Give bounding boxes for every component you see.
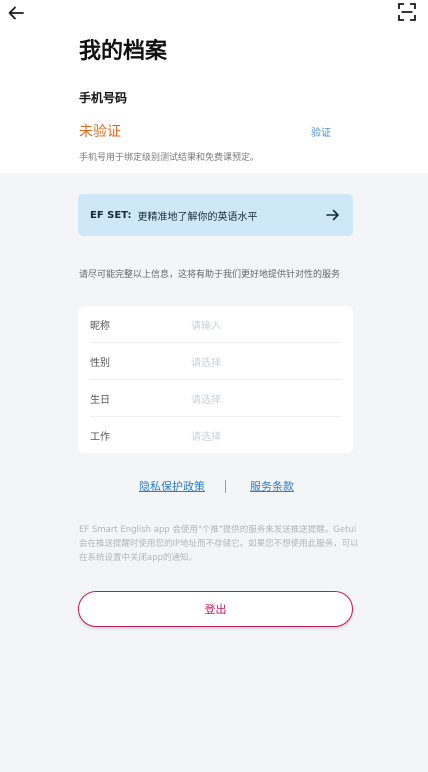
push-notice: EF Smart English app 会使用"个推"提供的服务来发送推送提醒…	[79, 525, 359, 563]
privacy-policy-link[interactable]: 隐私保护政策	[139, 478, 205, 494]
arrow-left-icon	[8, 6, 24, 20]
form-row-job[interactable]: 工作 请选择	[90, 417, 341, 454]
gender-label: 性别	[90, 357, 110, 369]
logout-button[interactable]: 登出	[78, 591, 353, 627]
nickname-input[interactable]: 请输入	[191, 317, 221, 332]
phone-hint: 手机号用于绑定级别测试结果和免费课预定。	[79, 153, 260, 163]
form-row-nickname[interactable]: 昵称 请输入	[90, 306, 341, 343]
verify-link[interactable]: 验证	[311, 124, 331, 139]
nickname-label: 昵称	[90, 320, 110, 332]
info-text: 请尽可能完整以上信息，这将有助于我们更好地提供针对性的服务	[79, 270, 341, 280]
efset-text: 更精准地了解你的英语水平	[137, 211, 258, 223]
birthday-label: 生日	[90, 394, 110, 406]
scan-icon	[398, 3, 416, 21]
efset-prefix: EF SET:	[90, 209, 132, 221]
profile-form: 昵称 请输入 性别 请选择 生日 请选择 工作 请选择	[78, 306, 353, 453]
page-title: 我的档案	[79, 39, 168, 64]
birthday-select[interactable]: 请选择	[191, 391, 221, 406]
phone-status: 未验证	[79, 124, 121, 140]
policy-links: 隐私保护政策 服务条款	[0, 478, 428, 496]
phone-section-label: 手机号码	[79, 91, 128, 105]
scan-button[interactable]	[398, 3, 416, 21]
gender-select[interactable]: 请选择	[191, 354, 221, 369]
efset-banner[interactable]: EF SET: 更精准地了解你的英语水平	[78, 194, 353, 236]
profile-header-section: 我的档案 手机号码 未验证 验证 手机号用于绑定级别测试结果和免费课预定。	[0, 0, 428, 173]
job-select[interactable]: 请选择	[191, 428, 221, 443]
back-button[interactable]	[6, 3, 26, 23]
job-label: 工作	[90, 432, 110, 443]
form-row-gender[interactable]: 性别 请选择	[90, 343, 341, 380]
terms-link[interactable]: 服务条款	[250, 478, 294, 494]
arrow-right-icon	[326, 209, 339, 221]
form-row-birthday[interactable]: 生日 请选择	[90, 380, 341, 417]
link-divider	[225, 480, 226, 493]
